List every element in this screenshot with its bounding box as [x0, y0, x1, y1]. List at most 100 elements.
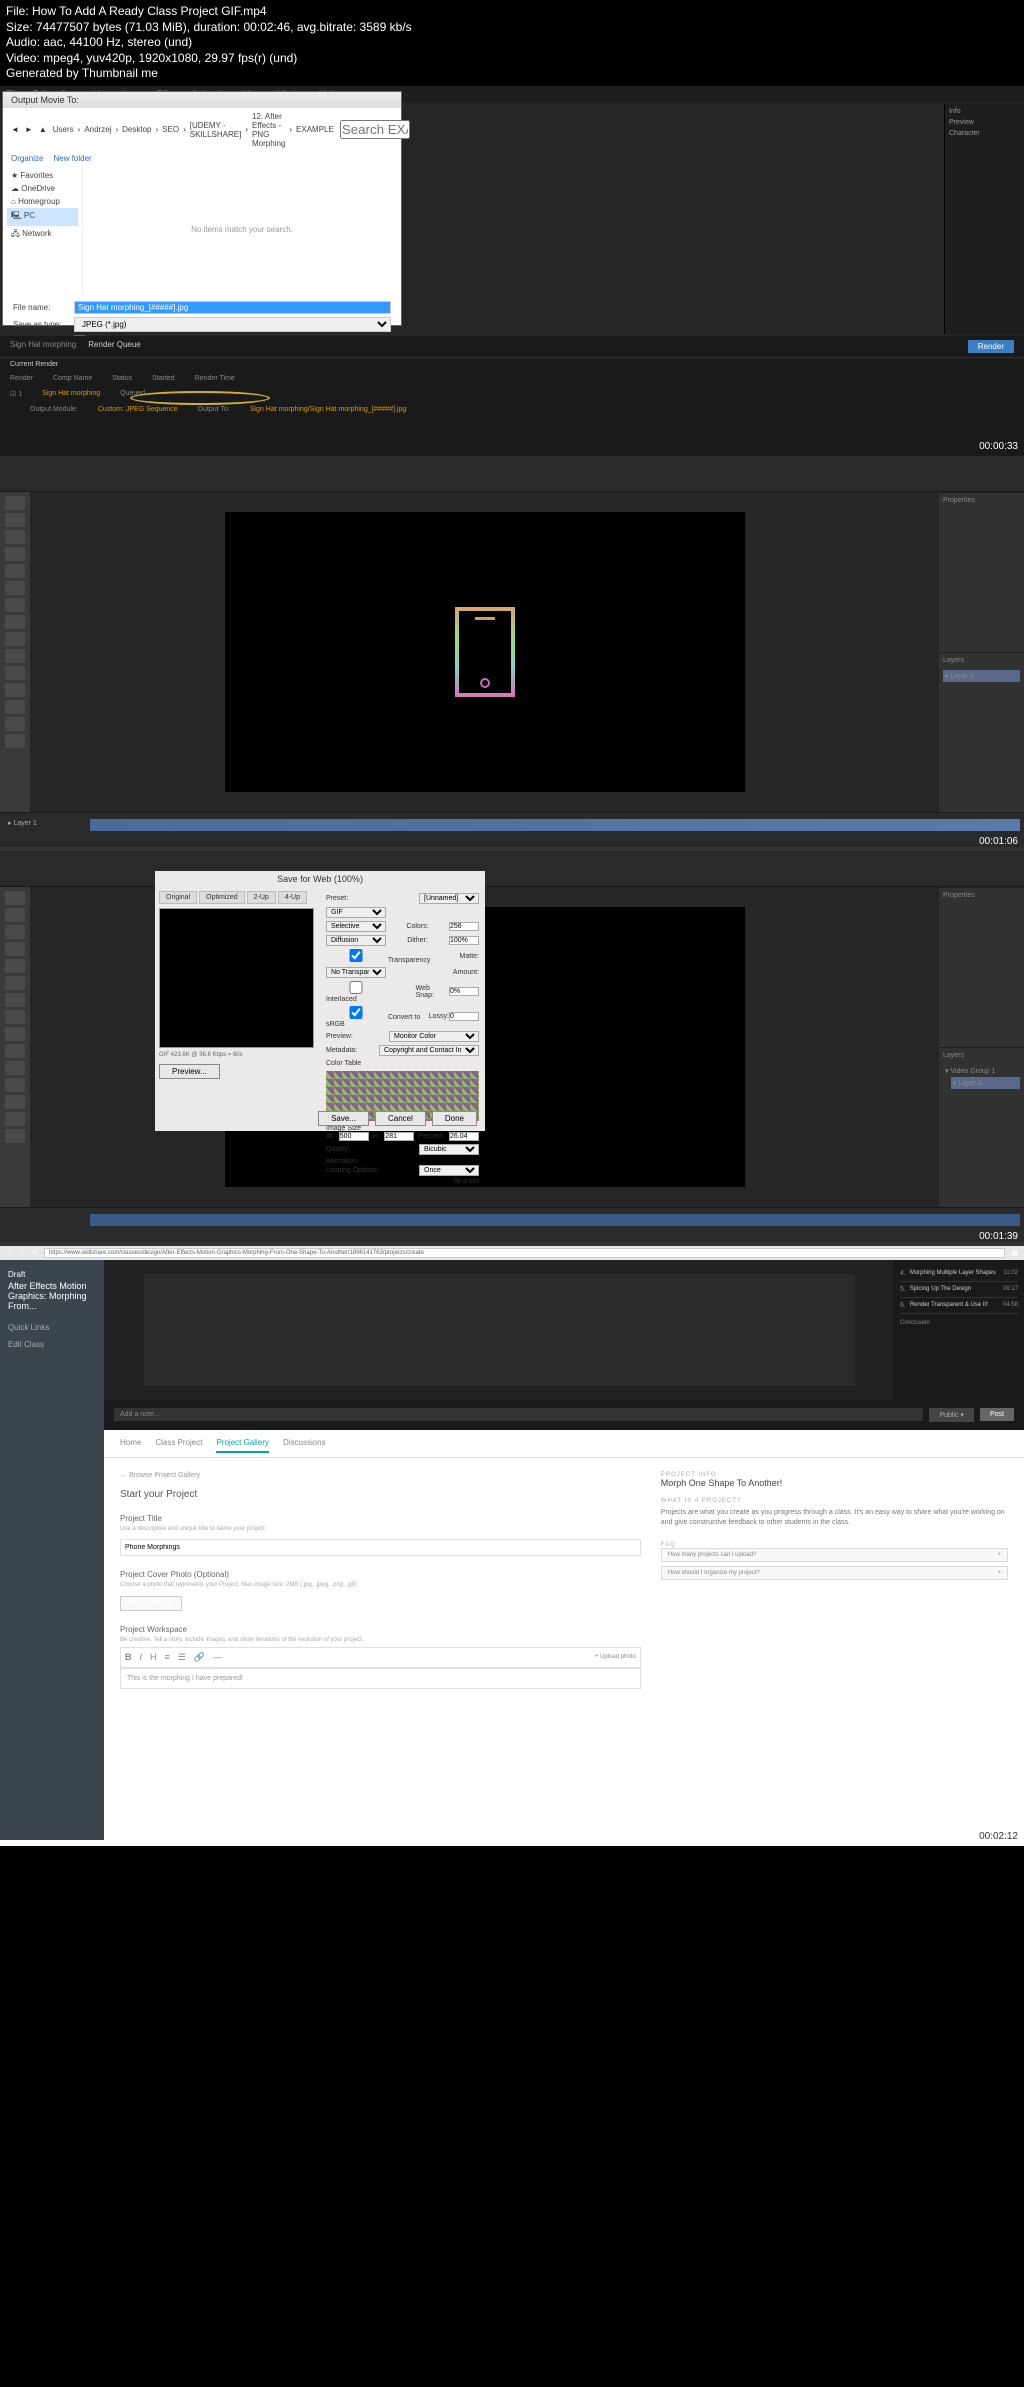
quality-select[interactable]: Bicubic [419, 1144, 479, 1155]
diffusion-select[interactable]: Diffusion [326, 935, 386, 946]
tab-home[interactable]: Home [120, 1434, 141, 1453]
tab-class-project[interactable]: Class Project [155, 1434, 202, 1453]
bold-icon[interactable]: B [125, 1652, 132, 1662]
project-title-input[interactable] [120, 1539, 641, 1556]
tool-icon[interactable] [5, 530, 25, 544]
tab-project-gallery[interactable]: Project Gallery [216, 1434, 268, 1453]
ps-menubar[interactable] [0, 456, 1024, 492]
reload-icon[interactable]: ⟳ [32, 1249, 38, 1257]
tool-icon[interactable] [5, 496, 25, 510]
sfw-tab-2up[interactable]: 2-Up [247, 891, 276, 904]
sfw-cancel-button[interactable]: Cancel [375, 1111, 426, 1126]
tool-icon[interactable] [5, 632, 25, 646]
preview-panel-tab[interactable]: Preview [949, 119, 1020, 126]
looping-select[interactable]: Once [419, 1165, 479, 1176]
sidebar-homegroup[interactable]: ⌂ Homegroup [7, 195, 78, 208]
lossy-input[interactable] [449, 1012, 479, 1021]
metadata-select[interactable]: Copyright and Contact Info [379, 1045, 479, 1056]
info-panel-tab[interactable]: Info [949, 108, 1020, 115]
format-select[interactable]: GIF [326, 907, 386, 918]
render-button[interactable]: Render [968, 340, 1014, 353]
tool-icon[interactable] [5, 976, 25, 990]
tab-discussions[interactable]: Discussions [283, 1434, 326, 1453]
tool-icon[interactable] [5, 581, 25, 595]
sfw-preview-button[interactable]: Preview... [159, 1064, 220, 1079]
rq-tab-queue[interactable]: Render Queue [88, 340, 140, 353]
filename-input[interactable] [74, 301, 391, 314]
nav-fwd-icon[interactable]: ► [25, 125, 33, 134]
ps-timeline[interactable]: ▸ Layer 1 [0, 812, 1024, 847]
url-bar[interactable]: https://www.skillshare.com/classes/desig… [44, 1248, 1006, 1258]
upload-photo-link[interactable]: + Upload photo [595, 1654, 636, 1660]
interlaced-check[interactable] [326, 981, 386, 994]
nav-back-icon[interactable]: ◄ [11, 125, 19, 134]
height-input[interactable] [384, 1132, 414, 1141]
tool-icon[interactable] [5, 1010, 25, 1024]
link-icon[interactable]: 🔗 [194, 1652, 205, 1663]
sfw-tab-original[interactable]: Original [159, 891, 197, 904]
tool-icon[interactable] [5, 1027, 25, 1041]
saveas-select[interactable]: JPEG (*.jpg) [74, 317, 391, 332]
fwd-icon[interactable]: → [19, 1249, 26, 1256]
sidebar-pc[interactable]: 🖳 PC [7, 208, 78, 226]
tool-icon[interactable] [5, 1061, 25, 1075]
output-to-value[interactable]: Sign Hat morphing/Sign Hat morphing_[###… [250, 406, 406, 413]
playlist-item[interactable]: 5. Spicing Up The Design 09:17 [900, 1282, 1018, 1298]
tool-icon[interactable] [5, 547, 25, 561]
rq-tab-comp[interactable]: Sign Hat morphing [10, 340, 76, 353]
srgb-check[interactable] [326, 1006, 386, 1019]
choose-photo-button[interactable]: Choose Photo [120, 1596, 182, 1611]
faq-item-2[interactable]: How should I organize my project?+ [661, 1566, 1008, 1580]
new-folder-button[interactable]: New folder [53, 154, 91, 163]
tool-icon[interactable] [5, 513, 25, 527]
back-icon[interactable]: ← [6, 1249, 13, 1256]
ps-timeline-3[interactable] [0, 1207, 1024, 1242]
tool-icon[interactable] [5, 891, 25, 905]
preset-select[interactable]: [Unnamed] [419, 893, 479, 904]
colors-input[interactable] [449, 922, 479, 931]
sidebar-network[interactable]: 🖧 Network [7, 226, 78, 244]
faq-item-1[interactable]: How many projects can I upload?+ [661, 1548, 1008, 1562]
selective-select[interactable]: Selective [326, 921, 386, 932]
tool-icon[interactable] [5, 908, 25, 922]
note-input[interactable]: Add a note... [114, 1408, 923, 1421]
layers-panel-3[interactable]: Layers ▾ Video Group 1 ▸ Layer 1 [939, 1047, 1024, 1207]
tool-icon[interactable] [5, 1112, 25, 1126]
tool-icon[interactable] [5, 942, 25, 956]
ps-canvas[interactable] [225, 512, 745, 792]
playlist-item[interactable]: 6. Render Transparent & Use It! 04:58 [900, 1298, 1018, 1314]
nav-up-icon[interactable]: ▲ [39, 125, 47, 134]
timeline-track-3[interactable] [90, 1214, 1020, 1226]
breadcrumb-path[interactable]: Users› Andrzej› Desktop› SEO› [UDEMY - S… [53, 112, 334, 148]
tool-icon[interactable] [5, 683, 25, 697]
dither-input[interactable] [449, 936, 479, 945]
layers-panel[interactable]: Layers ▸ Layer 1 [939, 652, 1024, 812]
h-icon[interactable]: H [150, 1652, 157, 1662]
extension-icon[interactable]: ▦ [1011, 1249, 1018, 1257]
sfw-tab-optimized[interactable]: Optimized [199, 891, 245, 904]
list-icon[interactable]: ≡ [165, 1652, 170, 1662]
tool-icon[interactable] [5, 734, 25, 748]
tool-icon[interactable] [5, 700, 25, 714]
sidebar-favorites[interactable]: ★ Favorites [7, 169, 78, 182]
search-input[interactable] [340, 120, 410, 139]
post-button[interactable]: Post [980, 1408, 1014, 1421]
properties-panel-3[interactable]: Properties [939, 887, 1024, 1047]
tool-icon[interactable] [5, 925, 25, 939]
websnap-input[interactable] [449, 987, 479, 996]
tool-icon[interactable] [5, 666, 25, 680]
sfw-tab-4up[interactable]: 4-Up [278, 891, 307, 904]
hr-icon[interactable]: — [213, 1652, 222, 1662]
properties-panel[interactable]: Properties [939, 492, 1024, 652]
tool-icon[interactable] [5, 1095, 25, 1109]
sidebar-onedrive[interactable]: ☁ OneDrive [7, 182, 78, 195]
playlist-item[interactable]: 4. Morphing Multiple Layer Shapes 11:02 [900, 1266, 1018, 1282]
tool-icon[interactable] [5, 1044, 25, 1058]
back-breadcrumb[interactable]: ← Browse Project Gallery [120, 1472, 641, 1479]
ol-icon[interactable]: ☰ [178, 1652, 186, 1663]
tool-icon[interactable] [5, 959, 25, 973]
output-module-value[interactable]: Custom: JPEG Sequence [98, 406, 178, 413]
tool-icon[interactable] [5, 615, 25, 629]
width-input[interactable] [339, 1132, 369, 1141]
ps-menubar-3[interactable] [0, 851, 1024, 887]
